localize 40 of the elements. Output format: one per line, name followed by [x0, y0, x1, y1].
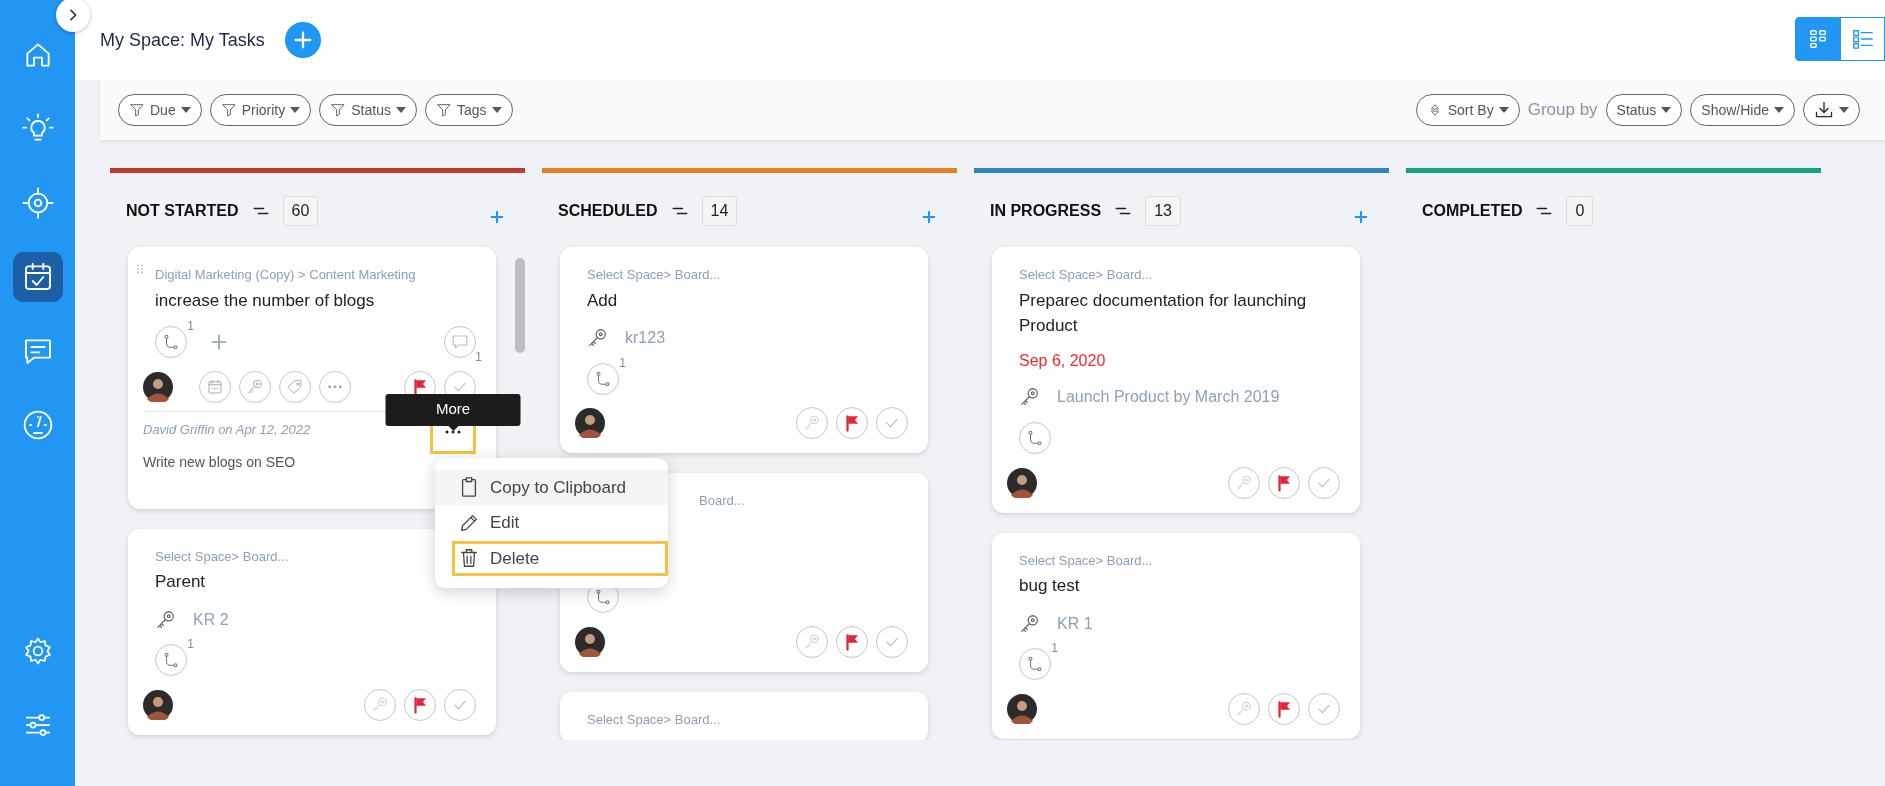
- filter-button[interactable]: Tags: [424, 94, 513, 126]
- column-title: COMPLETED: [1422, 201, 1523, 221]
- group-by-label: Group by: [1527, 99, 1598, 122]
- filter-button[interactable]: Due: [118, 94, 202, 126]
- show-hide-dropdown[interactable]: Show/Hide: [1690, 94, 1795, 126]
- group-by-dropdown[interactable]: Status: [1605, 94, 1683, 126]
- sort-button[interactable]: Sort By: [1415, 94, 1520, 126]
- comment-text: Write new blogs on SEO: [143, 452, 297, 472]
- subtask-count: 1: [187, 636, 194, 654]
- comment-count: 1: [475, 348, 482, 366]
- task-title: increase the number of blogs: [155, 289, 375, 312]
- task-count: 60: [282, 196, 319, 226]
- breadcrumb: Digital Marketing (Copy) > Content Marketing: [155, 266, 416, 284]
- task-title: Preparec documentation for launching Product: [1019, 289, 1308, 337]
- task-count: 13: [1145, 196, 1181, 226]
- page-title: My Space: My Tasks: [100, 28, 265, 52]
- task-title: Add: [587, 289, 618, 312]
- breadcrumb: Board...: [698, 492, 745, 511]
- menu-item[interactable]: Copy to Clipboard: [435, 469, 668, 506]
- breadcrumb: Select Space> Board...: [587, 710, 721, 729]
- task-title: bug test: [1019, 575, 1080, 598]
- filter-button[interactable]: Status: [319, 94, 417, 126]
- breadcrumb: Select Space> Board...: [1019, 266, 1153, 284]
- task-count: 0: [1566, 196, 1594, 226]
- subtask-count: 1: [187, 317, 194, 335]
- task-count: 14: [701, 196, 738, 226]
- comment-meta: David Griffin on Apr 12, 2022: [143, 420, 311, 439]
- column-title: IN PROGRESS: [990, 201, 1102, 221]
- due-date: Sep 6, 2020: [1019, 350, 1107, 371]
- breadcrumb: Select Space> Board...: [1019, 551, 1153, 570]
- task-card[interactable]: Select Space> Board... Add kr123 1: [560, 247, 928, 454]
- task-card[interactable]: Select Space> Board... bug test KR 1 1: [992, 532, 1360, 740]
- breadcrumb: Select Space> Board...: [155, 547, 289, 566]
- subtask-count: 1: [619, 354, 626, 372]
- column-title: NOT STARTED: [126, 201, 239, 221]
- filter-button[interactable]: Priority: [209, 94, 312, 126]
- task-card[interactable]: Select Space> Board... Preparec documentation for launching Product Sep 6, 2020 Launch Product by March 2019: [992, 247, 1360, 513]
- subtask-count: 1: [1051, 640, 1058, 658]
- menu-item[interactable]: Delete: [452, 540, 668, 577]
- column-title: SCHEDULED: [558, 201, 658, 221]
